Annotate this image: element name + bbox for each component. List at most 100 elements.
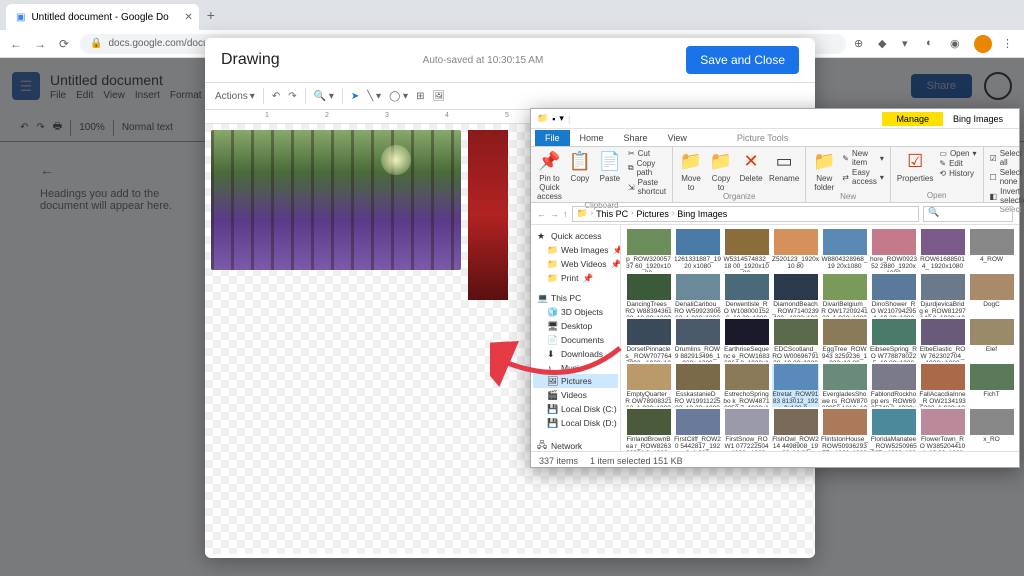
nav-3d-objects[interactable]: 🧊3D Objects <box>533 305 618 319</box>
pin-button[interactable]: 📌Pin to Quick access <box>537 149 562 201</box>
nav-local-d[interactable]: 💾Local Disk (D:) <box>533 416 618 430</box>
back-icon[interactable]: ← <box>8 37 24 51</box>
ext-icon[interactable]: ◐ <box>926 37 940 51</box>
nav-web-videos[interactable]: 📁Web Videos 📌 <box>533 257 618 271</box>
forward-icon[interactable]: → <box>32 37 48 51</box>
nav-print[interactable]: 📁Print 📌 <box>533 271 618 285</box>
select-tool-icon[interactable]: ➤ <box>351 91 359 102</box>
redo-icon[interactable]: ↷ <box>288 91 296 102</box>
file-thumbnail[interactable]: ROW616885014_ 1920x1080 <box>919 229 966 272</box>
rename-button[interactable]: ▭Rename <box>769 149 799 183</box>
manage-tab[interactable]: Manage <box>882 112 943 126</box>
nav-quick-access[interactable]: ★Quick access <box>533 229 618 243</box>
inserted-image-red[interactable] <box>468 130 508 300</box>
menu-icon[interactable]: ⋮ <box>1002 37 1016 51</box>
new-tab-button[interactable]: + <box>207 7 215 23</box>
tab-home[interactable]: Home <box>570 130 614 146</box>
nav-this-pc[interactable]: 💻This PC <box>533 291 618 305</box>
move-to-button[interactable]: 📁Move to <box>679 149 703 192</box>
file-thumbnail[interactable]: EmptyQuarter_R OW7890832163_1 920x1080 <box>625 364 672 407</box>
file-thumbnail[interactable]: Etretat_ROW9183 813012_1920x108 0 <box>772 364 819 407</box>
file-thumbnail[interactable]: FinlandBrownBea r_ROW826308981 3_1920x10… <box>625 409 672 451</box>
tab-view[interactable]: View <box>658 130 697 146</box>
file-thumbnail[interactable]: hore_ROW092352 2880_1920x1080 <box>870 229 917 272</box>
ext-icon[interactable]: ▾ <box>902 37 916 51</box>
properties-button[interactable]: ☑Properties <box>897 149 933 183</box>
copy-button[interactable]: 📋Copy <box>568 149 592 183</box>
file-thumbnail[interactable]: 1261331887_1920 x1080 <box>674 229 721 272</box>
nav-network[interactable]: 🖧Network <box>533 436 618 451</box>
breadcrumb[interactable]: 📁› This PC› Pictures› Bing Images <box>572 206 920 222</box>
file-thumbnail[interactable]: EDCScotland_RO W0069679128_19 20x1080 <box>772 319 819 362</box>
file-thumbnail[interactable]: FirstSnow_ROW1 077222504_1920x 1080 <box>723 409 770 451</box>
file-thumbnail[interactable]: DjurdjevicaBridg e_ROW81297142 0_1920x10… <box>919 274 966 317</box>
image-tool-icon[interactable]: 🖼 <box>432 91 445 102</box>
nav-local-c[interactable]: 💾Local Disk (C:) <box>533 402 618 416</box>
tab-picture-tools[interactable]: Picture Tools <box>727 130 798 146</box>
easy-access-button[interactable]: ⇄ Easy access ▾ <box>842 168 884 186</box>
file-thumbnail[interactable]: FirstCliff_ROW20 5442817_1920x1 080 <box>674 409 721 451</box>
file-thumbnail[interactable]: DinoShower_RO W2107942954_19 20x1080 <box>870 274 917 317</box>
open-button[interactable]: ▭ Open ▾ <box>939 149 976 158</box>
nav-desktop[interactable]: 🖥Desktop <box>533 319 618 333</box>
file-thumbnail[interactable]: DiamondBeach_ ROW7140239430_ 1920x1080 <box>772 274 819 317</box>
undo-icon[interactable]: ↶ <box>272 91 280 102</box>
file-thumbnail[interactable]: W5314574832_18 00_1920x1080 <box>723 229 770 272</box>
reload-icon[interactable]: ⟳ <box>56 37 72 51</box>
file-thumbnail[interactable]: FlintstonHouse_ ROW5093629357_ 1920x1080 <box>821 409 868 451</box>
actions-menu[interactable]: Actions ▾ <box>215 91 255 102</box>
file-thumbnail[interactable]: p_ROW32005737 60_1920x1080 <box>625 229 672 272</box>
file-thumbnail[interactable]: DenaliCaribou_RO W5992390662_1 920x1080 <box>674 274 721 317</box>
explorer-file-grid[interactable]: p_ROW32005737 60_1920x10801261331887_192… <box>621 225 1019 451</box>
file-thumbnail[interactable]: EstrechoSpringbo k_ROW48710053 7_1920x10… <box>723 364 770 407</box>
file-thumbnail[interactable]: FlowerTown_RO W3852044104_19 20x1080 <box>919 409 966 451</box>
tab-file[interactable]: File <box>535 130 570 146</box>
up-icon[interactable]: ↑ <box>563 209 568 219</box>
file-thumbnail[interactable]: EggTree_ROW943 3259236_1920x10 80 <box>821 319 868 362</box>
paste-shortcut-button[interactable]: ⇲ Paste shortcut <box>628 178 666 196</box>
file-thumbnail[interactable]: 4_ROW <box>968 229 1015 272</box>
file-thumbnail[interactable]: FloridaManatee_ ROW5250965927_ 1920x1080 <box>870 409 917 451</box>
select-all-button[interactable]: ☑ Select all <box>990 149 1024 167</box>
copy-to-button[interactable]: 📁Copy to <box>709 149 733 192</box>
forward-icon[interactable]: → <box>550 209 559 219</box>
back-icon[interactable]: ← <box>537 209 546 219</box>
new-folder-button[interactable]: 📁New folder <box>812 149 836 192</box>
file-thumbnail[interactable]: W8804328968_19 20x1080 <box>821 229 868 272</box>
file-thumbnail[interactable]: FallAcacdiaInne_R OW21341935303_1 920x10… <box>919 364 966 407</box>
file-thumbnail[interactable]: DorsetPinnacles_ ROW7077647092_ 1920x108… <box>625 319 672 362</box>
file-thumbnail[interactable]: EarthriseSequenc e_ROW16836064 8_1920x10… <box>723 319 770 362</box>
delete-button[interactable]: ✕Delete <box>739 149 763 183</box>
history-button[interactable]: ⟲ History <box>939 169 976 178</box>
qat-icon[interactable]: ▪ <box>552 114 555 124</box>
copy-path-button[interactable]: ⧉ Copy path <box>628 159 666 177</box>
file-thumbnail[interactable]: EvergladesShowe rs_ROW87008956 1810_1920… <box>821 364 868 407</box>
nav-videos[interactable]: 🎬Videos <box>533 388 618 402</box>
ext-icon[interactable]: ⊕ <box>854 37 868 51</box>
select-none-button[interactable]: ☐ Select none <box>990 168 1024 186</box>
paste-button[interactable]: 📄Paste <box>598 149 622 183</box>
file-thumbnail[interactable]: FlshOwl_ROW214 4498908_1920x10 80 <box>772 409 819 451</box>
file-thumbnail[interactable]: Z520123_1920x10 80 <box>772 229 819 272</box>
browser-tab[interactable]: ▣ Untitled document - Google Do ✕ <box>6 4 199 30</box>
line-tool-icon[interactable]: ╲ ▾ <box>367 91 381 102</box>
file-thumbnail[interactable]: FichT <box>968 364 1015 407</box>
nav-pictures[interactable]: 🖼Pictures <box>533 374 618 388</box>
nav-documents[interactable]: 📄Documents <box>533 333 618 347</box>
explorer-search[interactable]: 🔍 <box>923 206 1013 222</box>
textbox-tool-icon[interactable]: ⊞ <box>416 91 424 102</box>
file-thumbnail[interactable]: DivariBelgium_R OW1720924132_1 920x1080 <box>821 274 868 317</box>
file-thumbnail[interactable]: EsskastanieD_RO W1991122582_19 20x1080 <box>674 364 721 407</box>
file-thumbnail[interactable]: EibseeSpring_RO W7788780225_19 20x1080 <box>870 319 917 362</box>
nav-music[interactable]: ♪Music <box>533 361 618 374</box>
close-icon[interactable]: ✕ <box>184 12 192 23</box>
ext-icon[interactable]: ◆ <box>878 37 892 51</box>
tab-share[interactable]: Share <box>614 130 658 146</box>
edit-button[interactable]: ✎ Edit <box>939 159 976 168</box>
zoom-icon[interactable]: 🔍 ▾ <box>314 91 334 102</box>
nav-web-images[interactable]: 📁Web Images 📌 <box>533 243 618 257</box>
explorer-titlebar[interactable]: 📁 ▪ ▾ | Manage Bing Images <box>531 109 1019 129</box>
file-thumbnail[interactable]: Drumlins_ROW9 882913496_1920x 1080 <box>674 319 721 362</box>
file-thumbnail[interactable]: x_RO <box>968 409 1015 451</box>
file-thumbnail[interactable]: Elef <box>968 319 1015 362</box>
